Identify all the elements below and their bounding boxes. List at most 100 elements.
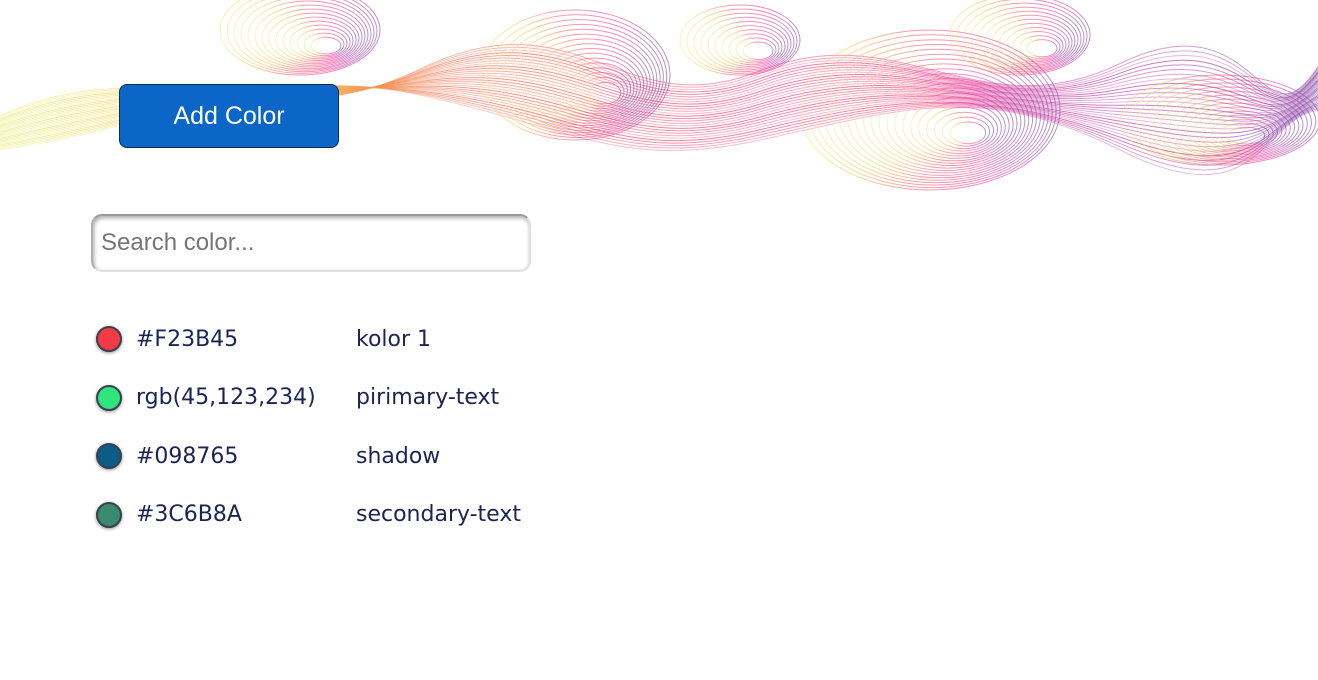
wave-ring — [282, 20, 354, 61]
wave-ring — [1210, 118, 1274, 148]
wave-ring — [970, 6, 1082, 71]
color-code: #098765 — [136, 443, 239, 469]
wave-ring — [854, 63, 1034, 174]
wave-ring — [862, 68, 1030, 171]
wave-ring — [870, 73, 1026, 169]
wave-ring — [721, 29, 783, 66]
wave-ring — [1019, 35, 1061, 59]
color-code: rgb(45,123,234) — [136, 385, 316, 411]
wave-ring — [219, 0, 381, 76]
wave-ring — [552, 57, 638, 117]
wave-ring — [956, 0, 1088, 74]
wave-ring — [807, 34, 1057, 189]
wave-ring — [566, 67, 632, 112]
wave-ring — [247, 0, 369, 70]
wave-ring — [275, 16, 357, 63]
wave-ring — [226, 0, 378, 74]
wave-ring — [926, 106, 998, 152]
color-swatch — [96, 326, 122, 353]
wave-ring — [530, 43, 648, 124]
wave-ring — [700, 16, 792, 71]
wave-ring — [707, 21, 789, 69]
color-item[interactable]: #3C6B8A secondary-text — [96, 486, 521, 545]
wave-ring — [479, 9, 671, 141]
color-name: kolor 1 — [356, 326, 432, 352]
wave-ring — [559, 62, 635, 114]
wave-ring — [831, 48, 1045, 181]
color-item[interactable]: rgb(45,123,234) pirimary-text — [96, 369, 521, 428]
color-swatch — [96, 443, 122, 470]
wave-ring — [233, 0, 375, 73]
wave-ring — [963, 2, 1085, 73]
wave-ring — [815, 39, 1053, 186]
add-color-button[interactable]: Add Color — [119, 84, 339, 148]
wave-ring — [1005, 26, 1067, 63]
wave-ring — [847, 58, 1037, 176]
wave-ring — [310, 36, 342, 55]
wave-ring — [984, 14, 1076, 68]
search-color-input[interactable] — [91, 214, 531, 272]
wave-ring — [515, 33, 655, 129]
wave-ring — [679, 4, 801, 76]
wave-ring — [1144, 86, 1308, 161]
wave-ring — [1026, 39, 1058, 58]
wave-ring — [581, 76, 625, 107]
wave-ring — [1152, 90, 1304, 160]
wave-ring — [1185, 106, 1287, 153]
color-code: #F23B45 — [136, 326, 239, 352]
wave-ring — [991, 18, 1073, 66]
wave-ring — [799, 29, 1061, 191]
color-code: #3C6B8A — [136, 502, 242, 528]
wave-ring — [508, 28, 658, 131]
wave-ring — [296, 28, 348, 58]
wave-ring — [735, 37, 777, 62]
color-name: pirimary-text — [356, 385, 500, 411]
color-item[interactable]: #098765 shadow — [96, 427, 521, 486]
wave-ring — [1169, 98, 1295, 156]
wave-ring — [977, 10, 1079, 69]
wave-ring — [254, 4, 366, 68]
color-list: #F23B45 kolor 1 rgb(45,123,234) pirimary… — [96, 310, 521, 544]
wave-ring — [839, 53, 1041, 179]
wave-ring — [949, 121, 987, 145]
wave-ring — [1012, 31, 1064, 61]
wave-ring — [289, 24, 351, 60]
wave-ring — [501, 23, 661, 134]
wave-ring — [902, 92, 1010, 159]
wave-ring — [537, 48, 645, 122]
wave-ring — [261, 8, 363, 66]
color-swatch — [96, 384, 122, 411]
wave-ring — [523, 38, 651, 126]
color-item[interactable]: #F23B45 kolor 1 — [96, 310, 521, 369]
wave-ring — [949, 0, 1091, 76]
wave-ring — [894, 87, 1014, 162]
wave-ring — [693, 12, 795, 73]
wave-ring — [1160, 94, 1300, 158]
wave-ring — [934, 111, 994, 150]
wave-ring — [494, 19, 664, 136]
color-name: secondary-text — [356, 502, 521, 528]
wave-ring — [303, 32, 345, 57]
wave-ring — [742, 41, 774, 61]
wave-ring — [574, 72, 628, 110]
wave-ring — [823, 44, 1049, 184]
wave-ring — [941, 116, 991, 147]
wave-ring — [918, 102, 1002, 154]
wave-ring — [545, 52, 641, 119]
color-swatch — [96, 501, 122, 528]
wave-ring — [910, 97, 1006, 157]
wave-ring — [1193, 110, 1283, 152]
wave-ring — [1136, 82, 1312, 163]
wave-ring — [1177, 102, 1291, 155]
wave-ring — [878, 77, 1022, 167]
color-name: shadow — [356, 443, 441, 469]
wave-ring — [1127, 78, 1317, 164]
wave-ring — [268, 12, 360, 65]
wave-ring — [1218, 122, 1270, 147]
wave-ring — [588, 81, 622, 105]
wave-ring — [886, 82, 1018, 164]
wave-ring — [486, 14, 668, 139]
wave-ring — [728, 33, 780, 64]
wave-ring — [714, 25, 786, 67]
wave-ring — [1226, 126, 1266, 145]
